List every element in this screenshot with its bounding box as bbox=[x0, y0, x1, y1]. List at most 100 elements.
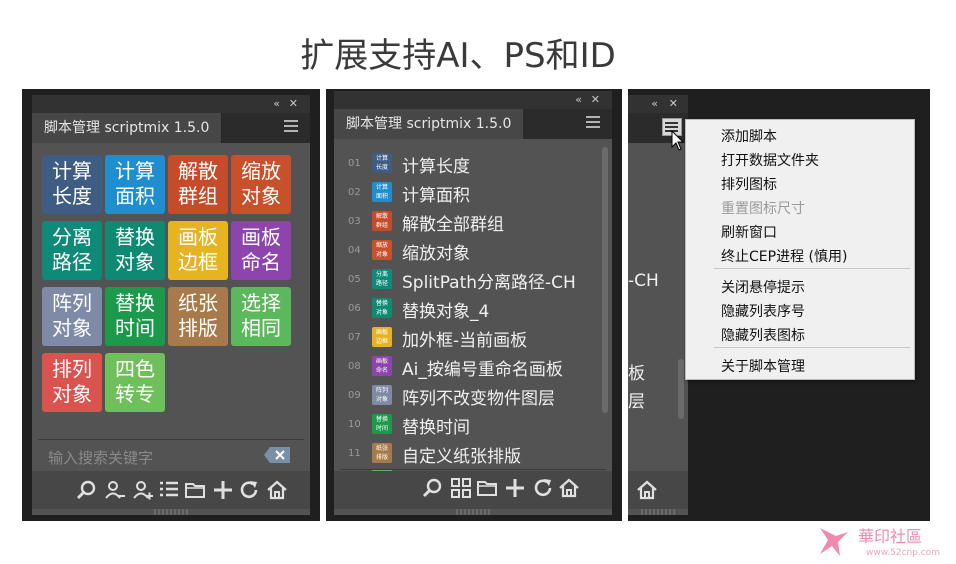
script-tile[interactable]: 解散 群组 bbox=[168, 155, 228, 214]
thumb-line2: 边框 bbox=[375, 338, 388, 345]
list-item-label: 缩放对象 bbox=[402, 244, 470, 264]
tile-label-line1: 纸张 bbox=[178, 291, 218, 315]
script-tile[interactable]: 计算 长度 bbox=[42, 155, 102, 214]
search-icon[interactable] bbox=[422, 477, 444, 499]
close-icon[interactable]: ✕ bbox=[669, 95, 678, 113]
script-tile[interactable]: 替换 时间 bbox=[105, 287, 165, 346]
list-item-number: 04 bbox=[348, 245, 361, 256]
close-icon[interactable]: ✕ bbox=[289, 95, 298, 113]
collapse-icon[interactable]: « bbox=[651, 95, 658, 113]
thumb-line1: 画板 bbox=[375, 329, 388, 336]
list-item[interactable]: 05 分离 路径 SplitPath分离路径-CH bbox=[334, 266, 612, 295]
list-item-number: 06 bbox=[348, 303, 361, 314]
script-thumb-icon: 缩放 对象 bbox=[372, 240, 392, 260]
list-item[interactable]: 07 画板 边框 加外框-当前画板 bbox=[334, 324, 612, 353]
list-item-number: 10 bbox=[348, 419, 361, 430]
list-item[interactable]: 01 计算 长度 计算长度 bbox=[334, 150, 612, 179]
resize-grip[interactable] bbox=[456, 509, 490, 515]
list-item-label: 计算长度 bbox=[402, 157, 470, 177]
thumb-line1: 计算 bbox=[375, 155, 388, 162]
list-item[interactable]: 04 缩放 对象 缩放对象 bbox=[334, 237, 612, 266]
menu-item[interactable]: 关于脚本管理 bbox=[721, 356, 805, 376]
clear-search-icon[interactable] bbox=[264, 447, 290, 463]
menu-item[interactable]: 排列图标 bbox=[721, 174, 777, 194]
search-icon[interactable] bbox=[76, 479, 98, 501]
script-tile[interactable]: 纸张 排版 bbox=[168, 287, 228, 346]
list-item[interactable]: 09 阵列 对象 阵列不改变物件图层 bbox=[334, 382, 612, 411]
script-tile[interactable]: 画板 命名 bbox=[231, 221, 291, 280]
list-item[interactable]: 03 解散 群组 解散全部群组 bbox=[334, 208, 612, 237]
watermark-logo: 華印社區 www.52cnp.com bbox=[820, 527, 940, 558]
list-item[interactable]: 10 替换 时间 替换时间 bbox=[334, 411, 612, 440]
close-icon[interactable]: ✕ bbox=[591, 91, 600, 109]
list-item-number: 05 bbox=[348, 274, 361, 285]
partial-label-board: 板 bbox=[628, 364, 645, 384]
tile-label-line2: 相同 bbox=[241, 316, 281, 340]
list-scrollbar[interactable] bbox=[602, 147, 608, 413]
script-tile[interactable]: 选择 相同 bbox=[231, 287, 291, 346]
script-tile[interactable]: 分离 路径 bbox=[42, 221, 102, 280]
script-thumb-icon: 画板 命名 bbox=[372, 356, 392, 376]
list-item[interactable]: 08 画板 命名 Ai_按编号重命名画板 bbox=[334, 353, 612, 382]
resize-grip[interactable] bbox=[154, 509, 188, 515]
list-item[interactable]: 11 纸张 排版 自定义纸张排版 bbox=[334, 440, 612, 469]
collapse-icon[interactable]: « bbox=[273, 95, 280, 113]
remove-user-icon[interactable] bbox=[104, 479, 126, 501]
list-icon[interactable] bbox=[158, 479, 180, 501]
search-divider bbox=[38, 439, 304, 440]
menu-item[interactable]: 刷新窗口 bbox=[721, 222, 777, 242]
thumb-line2: 排版 bbox=[375, 454, 388, 461]
collapse-icon[interactable]: « bbox=[575, 91, 582, 109]
tile-label-line2: 路径 bbox=[52, 250, 92, 274]
list-item[interactable]: 02 计算 面积 计算面积 bbox=[334, 179, 612, 208]
grid-icon[interactable] bbox=[450, 477, 472, 499]
menu-item[interactable]: 终止CEP进程 (慎用) bbox=[721, 246, 847, 266]
panel-title-bar: « ✕ bbox=[628, 95, 688, 113]
panel-menu-icon[interactable] bbox=[586, 116, 600, 128]
folder-icon[interactable] bbox=[184, 479, 206, 501]
script-tile[interactable]: 替换 对象 bbox=[105, 221, 165, 280]
menu-item[interactable]: 添加脚本 bbox=[721, 126, 777, 146]
script-tile[interactable]: 阵列 对象 bbox=[42, 287, 102, 346]
menu-item[interactable]: 打开数据文件夹 bbox=[721, 150, 819, 170]
panel-menu-icon[interactable] bbox=[284, 120, 298, 132]
refresh-icon[interactable] bbox=[532, 477, 554, 499]
home-icon[interactable] bbox=[266, 479, 288, 501]
tile-label-line1: 四色 bbox=[115, 357, 155, 381]
list-item-label: 替换对象_4 bbox=[402, 302, 490, 322]
panel-title-bar: « ✕ bbox=[32, 95, 310, 113]
plus-icon[interactable] bbox=[504, 477, 526, 499]
tile-label-line2: 对象 bbox=[115, 250, 155, 274]
tab-scriptmix[interactable]: 脚本管理 scriptmix 1.5.0 bbox=[334, 109, 524, 139]
tab-scriptmix[interactable]: 脚本管理 scriptmix 1.5.0 bbox=[32, 113, 222, 143]
panel-title-bar: « ✕ bbox=[334, 91, 612, 109]
tile-label-line2: 对象 bbox=[241, 184, 281, 208]
home-icon[interactable] bbox=[558, 477, 580, 499]
script-tile[interactable]: 计算 面积 bbox=[105, 155, 165, 214]
script-tile[interactable]: 排列 对象 bbox=[42, 353, 102, 412]
list-item[interactable]: 06 替换 对象 替换对象_4 bbox=[334, 295, 612, 324]
script-thumb-icon: 纸张 排版 bbox=[372, 443, 392, 463]
script-tile[interactable]: 缩放 对象 bbox=[231, 155, 291, 214]
home-icon[interactable] bbox=[636, 479, 658, 501]
list-item-number: 01 bbox=[348, 158, 361, 169]
svg-text:華印社區: 華印社區 bbox=[858, 527, 922, 546]
menu-item[interactable]: 关闭悬停提示 bbox=[721, 277, 805, 297]
menu-item[interactable]: 隐藏列表序号 bbox=[721, 301, 805, 321]
resize-grip[interactable] bbox=[641, 509, 675, 515]
tab-bar: 脚本管理 scriptmix 1.5.0 bbox=[32, 113, 310, 143]
script-tile[interactable]: 画板 边框 bbox=[168, 221, 228, 280]
add-user-icon[interactable] bbox=[132, 479, 154, 501]
tile-label-line1: 计算 bbox=[52, 159, 92, 183]
thumb-line1: 计算 bbox=[375, 184, 388, 191]
script-thumb-icon: 计算 面积 bbox=[372, 182, 392, 202]
thumb-line1: 纸张 bbox=[375, 445, 388, 452]
menu-item[interactable]: 隐藏列表图标 bbox=[721, 325, 805, 345]
refresh-icon[interactable] bbox=[238, 479, 260, 501]
panel-list-view: « ✕ 脚本管理 scriptmix 1.5.0 01 计算 长度 计算长度 02 计算面… bbox=[326, 89, 622, 521]
plus-icon[interactable] bbox=[212, 479, 234, 501]
list-scrollbar[interactable] bbox=[678, 359, 684, 419]
search-input[interactable]: 输入搜索关键字 bbox=[48, 447, 153, 468]
script-tile[interactable]: 四色 转专 bbox=[105, 353, 165, 412]
folder-icon[interactable] bbox=[476, 477, 498, 499]
